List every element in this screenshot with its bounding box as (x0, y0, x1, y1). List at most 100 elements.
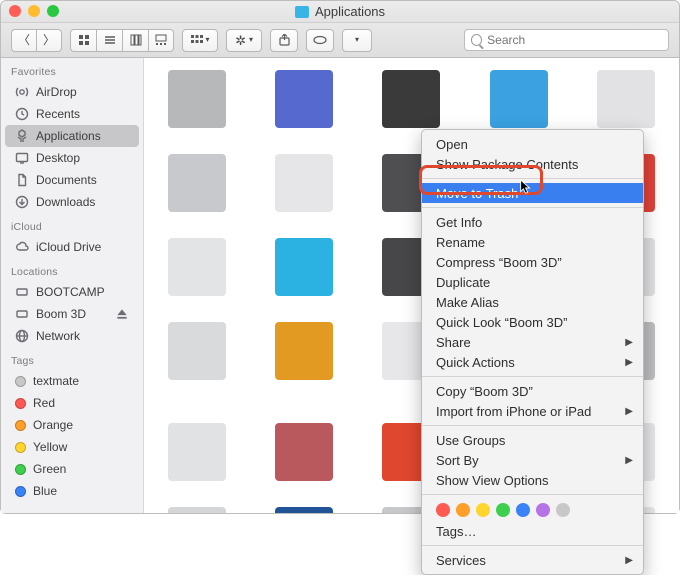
app-item[interactable] (261, 423, 346, 481)
cloud-icon (15, 240, 29, 254)
tag-color-green[interactable] (496, 503, 510, 517)
app-item[interactable] (154, 322, 239, 397)
sidebar-tag-orange[interactable]: Orange (5, 414, 139, 436)
sidebar-item-label: Documents (36, 173, 97, 187)
sidebar-item-icloud-drive[interactable]: iCloud Drive (5, 236, 139, 258)
view-columns-button[interactable] (122, 29, 148, 52)
ctx-copy[interactable]: Copy “Boom 3D” (422, 381, 643, 401)
sidebar-item-label: Green (33, 462, 66, 476)
applications-icon (15, 129, 29, 143)
sidebar-item-bootcamp[interactable]: BOOTCAMP (5, 281, 139, 303)
sidebar-item-downloads[interactable]: Downloads (5, 191, 139, 213)
window-controls[interactable] (9, 5, 59, 17)
ctx-separator (422, 178, 643, 179)
sidebar-tag-textmate[interactable]: textmate (5, 370, 139, 392)
ctx-show-view-options[interactable]: Show View Options (422, 470, 643, 490)
cursor-icon (520, 180, 532, 196)
sidebar-item-recents[interactable]: Recents (5, 103, 139, 125)
sidebar-item-label: Desktop (36, 151, 80, 165)
view-list-button[interactable] (96, 29, 122, 52)
window-title: Applications (295, 4, 385, 19)
sidebar-item-applications[interactable]: Applications (5, 125, 139, 147)
arrange-button[interactable]: ▾ (182, 29, 218, 52)
ctx-show-package-contents[interactable]: Show Package Contents (422, 154, 643, 174)
app-item[interactable] (261, 322, 346, 397)
ctx-separator (422, 425, 643, 426)
sidebar-item-documents[interactable]: Documents (5, 169, 139, 191)
close-window-button[interactable] (9, 5, 21, 17)
path-dropdown[interactable]: ▾ (342, 29, 372, 52)
tag-color-purple[interactable] (536, 503, 550, 517)
tags-button[interactable] (306, 29, 334, 52)
action-button[interactable]: ✲▾ (226, 29, 262, 52)
ctx-quick-look[interactable]: Quick Look “Boom 3D” (422, 312, 643, 332)
zoom-window-button[interactable] (47, 5, 59, 17)
ctx-separator (422, 207, 643, 208)
sidebar-item-airdrop[interactable]: AirDrop (5, 81, 139, 103)
sidebar-tag-green[interactable]: Green (5, 458, 139, 480)
tag-color-yellow[interactable] (476, 503, 490, 517)
app-item[interactable] (154, 507, 239, 513)
toolbar: 〈 〉 ▾ ✲▾ ▾ (1, 23, 679, 58)
back-button[interactable]: 〈 (11, 29, 36, 52)
app-item[interactable] (369, 70, 454, 128)
context-menu[interactable]: Open Show Package Contents Move to Trash… (421, 129, 644, 575)
titlebar: Applications (1, 1, 679, 23)
ctx-use-groups[interactable]: Use Groups (422, 430, 643, 450)
tag-color-blue[interactable] (516, 503, 530, 517)
app-item[interactable] (154, 423, 239, 481)
ctx-make-alias[interactable]: Make Alias (422, 292, 643, 312)
app-item[interactable] (154, 70, 239, 128)
ctx-share[interactable]: Share▶ (422, 332, 643, 352)
ctx-compress[interactable]: Compress “Boom 3D” (422, 252, 643, 272)
window-title-text: Applications (315, 4, 385, 19)
sidebar-item-network[interactable]: Network (5, 325, 139, 347)
app-item[interactable] (154, 238, 239, 296)
ctx-duplicate[interactable]: Duplicate (422, 272, 643, 292)
app-item[interactable] (261, 70, 346, 128)
search-input[interactable] (487, 33, 662, 47)
sidebar-item-desktop[interactable]: Desktop (5, 147, 139, 169)
eject-icon[interactable] (115, 307, 129, 321)
ctx-sort-by[interactable]: Sort By▶ (422, 450, 643, 470)
sidebar-tag-blue[interactable]: Blue (5, 480, 139, 502)
ctx-separator (422, 376, 643, 377)
ctx-open[interactable]: Open (422, 134, 643, 154)
ctx-tag-colors[interactable] (422, 499, 643, 521)
sidebar-item-label: Yellow (33, 440, 67, 454)
sidebar-item-boom3d-disk[interactable]: Boom 3D (5, 303, 139, 325)
app-item[interactable] (261, 507, 346, 513)
share-button[interactable] (270, 29, 298, 52)
tag-dot-icon (15, 376, 26, 387)
app-item[interactable] (261, 154, 346, 212)
ctx-move-to-trash[interactable]: Move to Trash (422, 183, 643, 203)
sidebar-tag-red[interactable]: Red (5, 392, 139, 414)
ctx-quick-actions[interactable]: Quick Actions▶ (422, 352, 643, 372)
app-item[interactable] (476, 70, 561, 128)
tag-dot-icon (15, 486, 26, 497)
app-item[interactable] (584, 70, 669, 128)
network-icon (15, 329, 29, 343)
submenu-arrow-icon: ▶ (625, 455, 633, 466)
forward-button[interactable]: 〉 (36, 29, 62, 52)
tag-color-orange[interactable] (456, 503, 470, 517)
ctx-import-from-iphone[interactable]: Import from iPhone or iPad▶ (422, 401, 643, 421)
app-item[interactable] (261, 238, 346, 296)
sidebar-tag-yellow[interactable]: Yellow (5, 436, 139, 458)
documents-icon (15, 173, 29, 187)
sidebar-item-label: iCloud Drive (36, 240, 101, 254)
ctx-rename[interactable]: Rename (422, 232, 643, 252)
sidebar-section-icloud-header: iCloud (1, 213, 143, 236)
ctx-services[interactable]: Services▶ (422, 550, 643, 570)
clock-icon (15, 107, 29, 121)
ctx-tags[interactable]: Tags… (422, 521, 643, 541)
view-icons-button[interactable] (70, 29, 96, 52)
tag-color-red[interactable] (436, 503, 450, 517)
ctx-get-info[interactable]: Get Info (422, 212, 643, 232)
minimize-window-button[interactable] (28, 5, 40, 17)
view-gallery-button[interactable] (148, 29, 174, 52)
app-item[interactable] (154, 154, 239, 212)
tag-color-gray[interactable] (556, 503, 570, 517)
search-field[interactable] (464, 29, 669, 51)
submenu-arrow-icon: ▶ (625, 555, 633, 566)
